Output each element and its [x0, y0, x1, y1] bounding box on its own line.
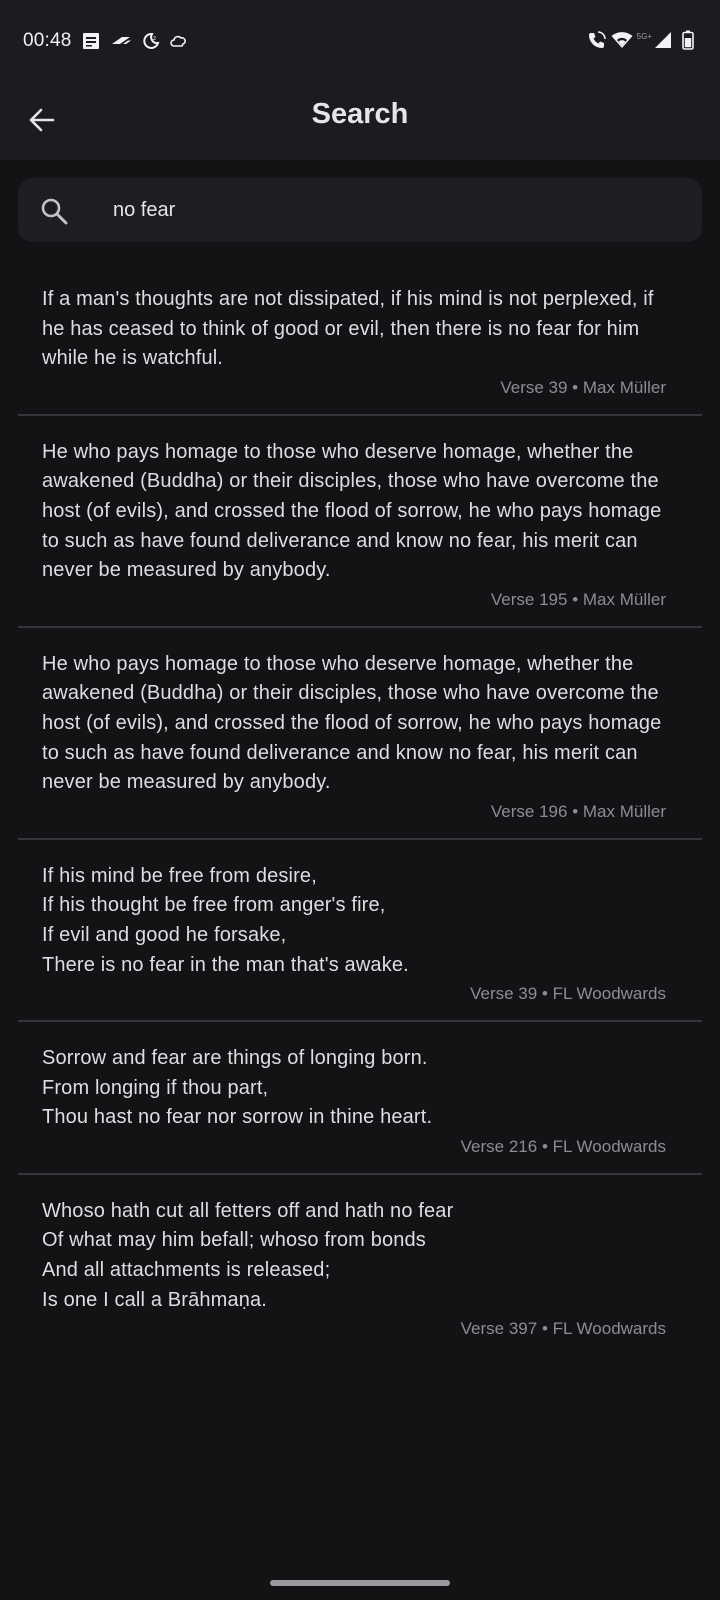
app-bar: 00:48 z 5G+ Search: [0, 0, 720, 160]
result-item[interactable]: Whoso hath cut all fetters off and hath …: [18, 1175, 702, 1355]
result-item[interactable]: Sorrow and fear are things of longing bo…: [18, 1022, 702, 1175]
cloud-app-icon: [170, 33, 186, 54]
network-type-label: 5G+: [636, 31, 652, 41]
wifi-icon: [611, 31, 633, 54]
verse-reference: Verse 195 • Max Müller: [490, 589, 666, 609]
result-item[interactable]: He who pays homage to those who deserve …: [18, 416, 702, 628]
status-notification-icons: z: [82, 32, 186, 54]
search-bar[interactable]: [18, 178, 702, 242]
verse-reference: Verse 216 • FL Woodwards: [460, 1136, 666, 1156]
status-time: 00:48: [23, 30, 72, 51]
f1-notification-icon: [110, 34, 132, 53]
result-item[interactable]: He who pays homage to those who deserve …: [18, 628, 702, 840]
verse-text: Sorrow and fear are things of longing bo…: [42, 1047, 433, 1129]
search-results-list: If a man's thoughts are not dissipated, …: [18, 263, 702, 1355]
wifi-calling-icon: [587, 30, 607, 55]
verse-text: If a man's thoughts are not dissipated, …: [42, 288, 654, 370]
verse-reference: Verse 397 • FL Woodwards: [460, 1319, 666, 1339]
verse-text: If his mind be free from desire, If his …: [42, 864, 409, 976]
sleep-mode-icon: z: [142, 32, 160, 55]
verse-reference: Verse 196 • Max Müller: [490, 801, 666, 821]
battery-icon: [682, 30, 694, 55]
status-bar: 00:48 z 5G+: [0, 0, 720, 86]
verse-text: He who pays homage to those who deserve …: [42, 652, 662, 794]
svg-text:z: z: [153, 35, 156, 42]
status-system-icons: 5G+: [587, 30, 694, 54]
verse-reference: Verse 39 • FL Woodwards: [470, 984, 666, 1004]
home-indicator[interactable]: [270, 1580, 450, 1586]
cell-signal-icon: [654, 31, 672, 54]
verse-text: He who pays homage to those who deserve …: [42, 440, 662, 582]
result-item[interactable]: If his mind be free from desire, If his …: [18, 840, 702, 1023]
page-title: Search: [311, 98, 409, 130]
result-item[interactable]: If a man's thoughts are not dissipated, …: [18, 263, 702, 416]
search-input[interactable]: [95, 192, 693, 228]
verse-text: Whoso hath cut all fetters off and hath …: [42, 1199, 454, 1311]
verse-reference: Verse 39 • Max Müller: [500, 377, 666, 397]
search-icon: [39, 196, 69, 226]
news-notification-icon: [82, 32, 100, 55]
